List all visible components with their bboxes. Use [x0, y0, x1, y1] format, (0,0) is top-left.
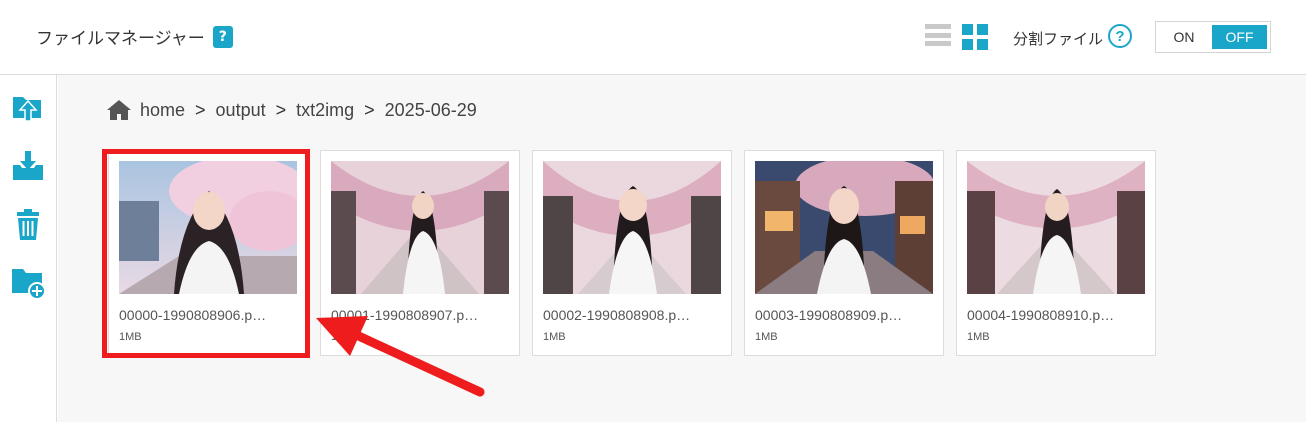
home-icon[interactable] [106, 99, 132, 121]
file-card[interactable]: 00002-1990808908.p… 1MB [532, 150, 732, 356]
download-folder-icon[interactable] [10, 149, 46, 185]
breadcrumb-separator: > [364, 99, 375, 120]
annotation-arrow [316, 316, 485, 397]
new-folder-icon[interactable] [10, 263, 46, 300]
breadcrumb-home[interactable]: home [140, 100, 185, 121]
breadcrumb-separator: > [195, 99, 206, 120]
file-name[interactable]: 00004-1990808910.p… [967, 307, 1114, 323]
file-size: 1MB [755, 331, 778, 343]
file-thumbnail[interactable] [331, 161, 509, 294]
sidebar [0, 75, 57, 422]
breadcrumb-output[interactable]: output [216, 100, 266, 121]
file-name[interactable]: 00002-1990808908.p… [543, 307, 690, 323]
split-file-label: 分割ファイル [1013, 30, 1104, 48]
annotation-highlight-box [102, 149, 310, 358]
grid-view-icon[interactable] [962, 24, 988, 50]
toggle-off-option[interactable]: OFF [1212, 25, 1267, 49]
file-thumbnail[interactable] [967, 161, 1145, 294]
app-title: ファイルマネージャー ? [36, 24, 233, 49]
breadcrumb-current-folder: 2025-06-29 [384, 99, 477, 120]
split-file-help-icon[interactable]: ? [1108, 24, 1132, 48]
trash-icon[interactable] [10, 207, 46, 243]
file-size: 1MB [543, 331, 566, 343]
breadcrumb-txt2img[interactable]: txt2img [296, 100, 354, 121]
app-title-text: ファイルマネージャー [36, 29, 205, 49]
breadcrumb: home > output > txt2img > 2025-06-29 [106, 99, 477, 121]
file-thumbnail[interactable] [755, 161, 933, 294]
help-icon[interactable]: ? [212, 25, 233, 48]
file-thumbnail[interactable] [543, 161, 721, 294]
toggle-on-option[interactable]: ON [1156, 22, 1212, 52]
breadcrumb-separator: > [275, 99, 287, 120]
upload-folder-icon[interactable] [10, 89, 46, 125]
file-card[interactable]: 00003-1990808909.p… 1MB [744, 150, 944, 356]
header-bar: ファイルマネージャー ? 分割ファイル ? ON OFF [0, 0, 1306, 75]
file-card[interactable]: 00004-1990808910.p… 1MB [956, 150, 1156, 356]
file-size: 1MB [967, 331, 990, 343]
list-view-icon[interactable] [925, 24, 951, 50]
split-file-toggle[interactable]: ON OFF [1155, 21, 1271, 53]
file-name[interactable]: 00003-1990808909.p… [755, 307, 902, 323]
